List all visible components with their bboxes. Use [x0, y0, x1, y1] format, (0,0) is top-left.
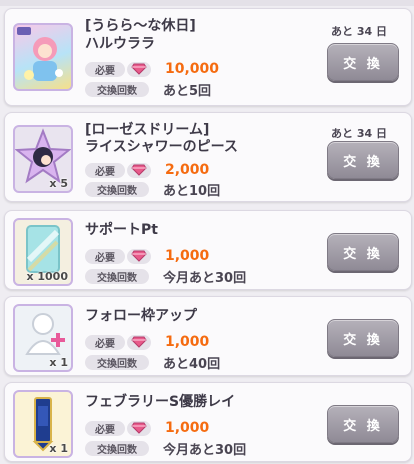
shop-item-rice-shower-piece: x 5 [ローゼスドリーム] ライスシャワーのピース 必要 2,000 交換回数… [4, 112, 412, 202]
required-label: 必要 [85, 162, 125, 178]
item-title: フォロー枠アップ [85, 308, 197, 324]
pink-gem-icon [127, 420, 151, 436]
days-left: あと 34 日 [331, 25, 387, 38]
count-row: 交換回数 あと5回 [85, 81, 212, 99]
exchange-button[interactable]: 交 換 [327, 141, 399, 179]
item-title-line1: [うらら～な休日] [85, 18, 196, 34]
pink-gem-icon [127, 334, 151, 350]
pink-gem-icon [127, 248, 151, 264]
required-label: 必要 [85, 420, 125, 436]
remaining-count: 今月あと30回 [163, 270, 247, 286]
thumb-count: x 1 [49, 442, 68, 455]
exchange-count-label: 交換回数 [85, 81, 149, 97]
remaining-count: あと40回 [163, 356, 221, 372]
cost-row: 必要 1,000 [85, 334, 209, 350]
follow-slot-icon: x 1 [13, 304, 73, 372]
exchange-button[interactable]: 交 換 [327, 233, 399, 271]
exchange-button[interactable]: 交 換 [327, 405, 399, 443]
cost-value: 2,000 [165, 162, 210, 178]
required-label: 必要 [85, 61, 125, 77]
shop-item-follow-slot: x 1 フォロー枠アップ 必要 1,000 交換回数 あと40回 交 換 [4, 296, 412, 376]
exchange-count-label: 交換回数 [85, 268, 149, 284]
count-row: 交換回数 今月あと30回 [85, 268, 247, 286]
card-thumbnail-icon [13, 23, 73, 91]
exchange-count-label: 交換回数 [85, 440, 149, 456]
cost-row: 必要 10,000 [85, 61, 219, 77]
count-row: 交換回数 あと10回 [85, 181, 221, 199]
exchange-button[interactable]: 交 換 [327, 319, 399, 357]
exchange-count-label: 交換回数 [85, 181, 149, 197]
days-left: あと 34 日 [331, 127, 387, 140]
item-title: フェブラリーS優勝レイ [85, 394, 236, 410]
remaining-count: あと5回 [163, 83, 212, 99]
item-title: サポートPt [85, 222, 158, 238]
pink-gem-icon [127, 162, 151, 178]
count-row: 交換回数 今月あと30回 [85, 440, 247, 458]
cost-value: 1,000 [165, 248, 210, 264]
remaining-count: あと10回 [163, 183, 221, 199]
top-strip [0, 0, 414, 6]
cost-row: 必要 1,000 [85, 420, 209, 436]
piece-star-icon: x 5 [13, 125, 73, 193]
pink-gem-icon [127, 61, 151, 77]
item-title-line1: [ローゼスドリーム] [85, 122, 210, 138]
required-label: 必要 [85, 334, 125, 350]
item-title-line2: ライスシャワーのピース [85, 139, 238, 155]
cost-value: 10,000 [165, 61, 220, 77]
cost-value: 1,000 [165, 334, 210, 350]
support-pt-icon: x 1000 [13, 218, 73, 286]
count-row: 交換回数 あと40回 [85, 354, 221, 372]
required-label: 必要 [85, 248, 125, 264]
sash-icon: x 1 [13, 390, 73, 458]
exchange-button[interactable]: 交 換 [327, 43, 399, 81]
cost-row: 必要 1,000 [85, 248, 209, 264]
remaining-count: 今月あと30回 [163, 442, 247, 458]
shop-item-february-stakes-sash: x 1 フェブラリーS優勝レイ 必要 1,000 交換回数 今月あと30回 交 … [4, 382, 412, 462]
cost-row: 必要 2,000 [85, 162, 209, 178]
thumb-count: x 5 [49, 177, 68, 190]
thumb-count: x 1000 [26, 270, 68, 283]
shop-item-support-pt: x 1000 サポートPt 必要 1,000 交換回数 今月あと30回 交 換 [4, 210, 412, 290]
item-title-line2: ハルウララ [85, 36, 155, 52]
thumb-count: x 1 [49, 356, 68, 369]
cost-value: 1,000 [165, 420, 210, 436]
shop-item-haru-urara: [うらら～な休日] ハルウララ 必要 10,000 交換回数 あと5回 あと 3… [4, 8, 412, 106]
exchange-count-label: 交換回数 [85, 354, 149, 370]
